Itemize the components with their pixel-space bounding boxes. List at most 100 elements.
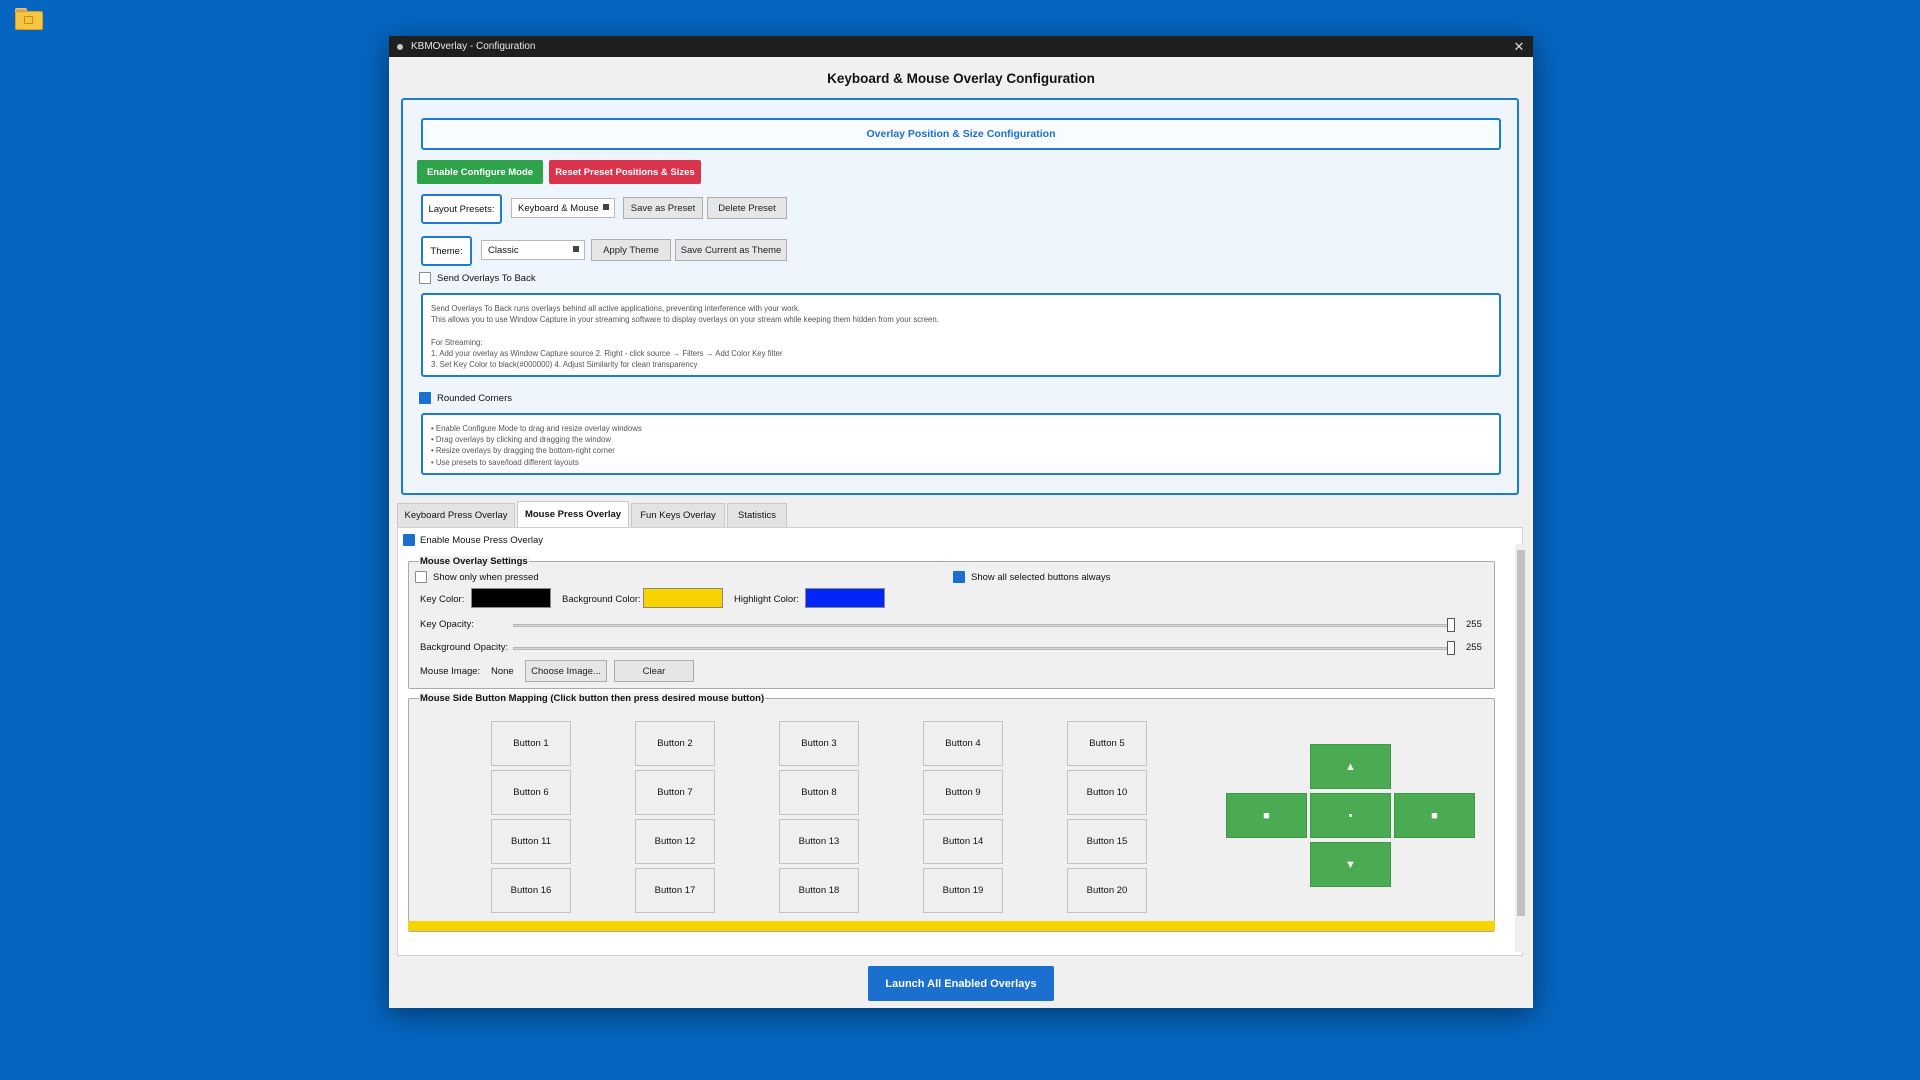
dpad-left[interactable]: ■ xyxy=(1226,793,1307,838)
map-button-17[interactable]: Button 17 xyxy=(635,868,715,913)
dpad-right[interactable]: ■ xyxy=(1394,793,1475,838)
button-mapping-group: Mouse Side Button Mapping (Click button … xyxy=(408,693,1495,932)
tab-statistics[interactable]: Statistics xyxy=(727,503,787,527)
apply-theme-button[interactable]: Apply Theme xyxy=(591,239,671,261)
show-all-selected-label: Show all selected buttons always xyxy=(971,572,1111,583)
background-opacity-value: 255 xyxy=(1466,642,1482,653)
tab-keyboard-press-overlay[interactable]: Keyboard Press Overlay xyxy=(397,503,515,527)
background-preview-bar xyxy=(408,921,1495,931)
theme-label: Theme: xyxy=(421,236,472,266)
map-button-6[interactable]: Button 6 xyxy=(491,770,571,815)
mouse-settings-group: Mouse Overlay Settings Show only when pr… xyxy=(408,556,1495,689)
background-opacity-slider[interactable] xyxy=(513,647,1453,650)
clear-image-button[interactable]: Clear xyxy=(614,660,694,682)
map-button-12[interactable]: Button 12 xyxy=(635,819,715,864)
dropdown-icon xyxy=(573,246,579,252)
layout-presets-label: Layout Presets: xyxy=(421,194,502,224)
key-color-swatch[interactable] xyxy=(471,588,551,608)
key-color-label: Key Color: xyxy=(420,594,465,605)
map-button-13[interactable]: Button 13 xyxy=(779,819,859,864)
info-line: This allows you to use Window Capture in… xyxy=(431,315,939,325)
folder-icon[interactable] xyxy=(15,8,43,30)
rounded-corners-label: Rounded Corners xyxy=(437,393,512,404)
send-to-back-checkbox[interactable] xyxy=(419,272,431,284)
key-opacity-slider[interactable] xyxy=(513,624,1453,627)
tab-fun-keys-overlay[interactable]: Fun Keys Overlay xyxy=(631,503,725,527)
key-opacity-thumb[interactable] xyxy=(1447,618,1455,632)
mouse-image-label: Mouse Image: xyxy=(420,666,481,677)
map-button-10[interactable]: Button 10 xyxy=(1067,770,1147,815)
map-button-18[interactable]: Button 18 xyxy=(779,868,859,913)
dropdown-icon xyxy=(603,204,609,210)
map-button-19[interactable]: Button 19 xyxy=(923,868,1003,913)
config-window: KBMOverlay - Configuration ✕ Keyboard & … xyxy=(389,36,1533,1008)
background-opacity-thumb[interactable] xyxy=(1447,641,1455,655)
rounded-corners-checkbox[interactable] xyxy=(419,392,431,404)
key-opacity-label: Key Opacity: xyxy=(420,619,474,630)
enable-configure-mode-button[interactable]: Enable Configure Mode xyxy=(417,160,543,184)
layout-presets-select[interactable]: Keyboard & Mouse xyxy=(511,198,615,218)
button-mapping-title: Mouse Side Button Mapping (Click button … xyxy=(419,693,766,704)
send-to-back-label: Send Overlays To Back xyxy=(437,273,536,284)
enable-mouse-overlay-checkbox[interactable] xyxy=(403,534,415,546)
map-button-8[interactable]: Button 8 xyxy=(779,770,859,815)
dpad-down[interactable]: ▼ xyxy=(1310,842,1391,887)
info-line: 1. Add your overlay as Window Capture so… xyxy=(431,348,783,358)
save-current-theme-button[interactable]: Save Current as Theme xyxy=(675,239,787,261)
choose-image-button[interactable]: Choose Image... xyxy=(525,660,607,682)
theme-select[interactable]: Classic xyxy=(481,240,585,260)
map-button-15[interactable]: Button 15 xyxy=(1067,819,1147,864)
highlight-color-swatch[interactable] xyxy=(805,588,885,608)
title-bar: KBMOverlay - Configuration ✕ xyxy=(389,36,1533,57)
map-button-20[interactable]: Button 20 xyxy=(1067,868,1147,913)
position-config-panel: Overlay Position & Size Configuration En… xyxy=(401,98,1519,495)
enable-mouse-overlay-label: Enable Mouse Press Overlay xyxy=(420,535,544,546)
vertical-scrollbar[interactable] xyxy=(1515,544,1527,952)
window-title: KBMOverlay - Configuration xyxy=(411,41,536,52)
scrollbar-thumb[interactable] xyxy=(1517,550,1525,916)
save-as-preset-button[interactable]: Save as Preset xyxy=(623,197,703,219)
delete-preset-button[interactable]: Delete Preset xyxy=(707,197,787,219)
map-button-14[interactable]: Button 14 xyxy=(923,819,1003,864)
map-button-4[interactable]: Button 4 xyxy=(923,721,1003,766)
layout-presets-value: Keyboard & Mouse xyxy=(518,202,599,214)
info-line: Send Overlays To Back runs overlays behi… xyxy=(431,304,801,313)
tip-line: • Enable Configure Mode to drag and resi… xyxy=(431,424,642,433)
close-button[interactable]: ✕ xyxy=(1505,36,1533,57)
map-button-7[interactable]: Button 7 xyxy=(635,770,715,815)
map-button-1[interactable]: Button 1 xyxy=(491,721,571,766)
tips-box: • Enable Configure Mode to drag and resi… xyxy=(421,413,1501,475)
map-button-9[interactable]: Button 9 xyxy=(923,770,1003,815)
section-title: Overlay Position & Size Configuration xyxy=(421,118,1501,150)
background-opacity-label: Background Opacity: xyxy=(420,642,509,653)
tab-mouse-press-overlay[interactable]: Mouse Press Overlay xyxy=(517,501,629,527)
map-button-3[interactable]: Button 3 xyxy=(779,721,859,766)
background-color-label: Background Color: xyxy=(562,594,641,605)
tip-line: • Resize overlays by dragging the bottom… xyxy=(431,446,615,456)
show-all-selected-checkbox[interactable] xyxy=(953,571,965,583)
launch-all-overlays-button[interactable]: Launch All Enabled Overlays xyxy=(868,966,1054,1001)
map-button-5[interactable]: Button 5 xyxy=(1067,721,1147,766)
show-only-pressed-label: Show only when pressed xyxy=(433,572,539,583)
info-line: For Streaming: xyxy=(431,337,483,347)
app-icon xyxy=(397,43,403,50)
theme-value: Classic xyxy=(488,244,519,256)
show-only-pressed-checkbox[interactable] xyxy=(415,571,427,583)
info-line: 3. Set Key Color to black(#000000) 4. Ad… xyxy=(431,360,698,370)
page-title: Keyboard & Mouse Overlay Configuration xyxy=(827,71,1095,86)
dpad-center[interactable]: • xyxy=(1310,793,1391,838)
mouse-press-tab-content: Enable Mouse Press Overlay Mouse Overlay… xyxy=(397,527,1527,956)
dpad-up[interactable]: ▲ xyxy=(1310,744,1391,789)
background-color-swatch[interactable] xyxy=(643,588,723,608)
map-button-11[interactable]: Button 11 xyxy=(491,819,571,864)
tip-line: • Use presets to save/load different lay… xyxy=(431,457,579,467)
overlay-tabs: Keyboard Press Overlay Mouse Press Overl… xyxy=(397,501,789,527)
mouse-image-value: None xyxy=(491,666,514,677)
info-line xyxy=(431,325,1491,336)
map-button-2[interactable]: Button 2 xyxy=(635,721,715,766)
reset-preset-button[interactable]: Reset Preset Positions & Sizes xyxy=(549,160,701,184)
map-button-16[interactable]: Button 16 xyxy=(491,868,571,913)
key-opacity-value: 255 xyxy=(1466,619,1482,630)
tip-line: • Drag overlays by clicking and dragging… xyxy=(431,435,611,445)
mouse-settings-title: Mouse Overlay Settings xyxy=(419,556,529,567)
